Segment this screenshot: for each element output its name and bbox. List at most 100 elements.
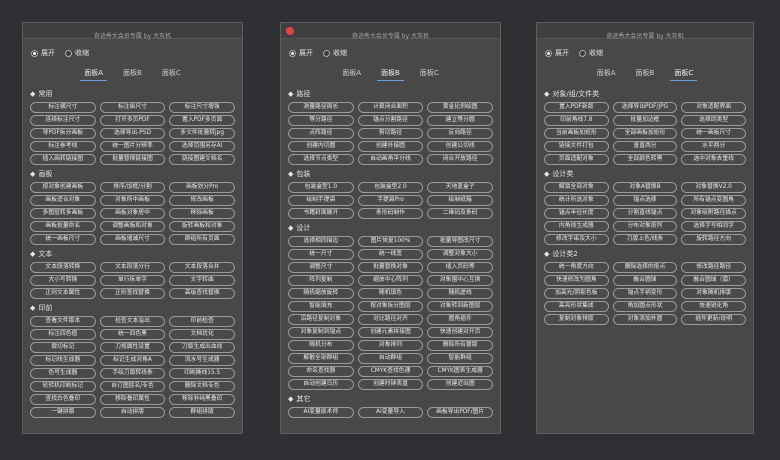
action-button[interactable]: 建立等分圆 bbox=[427, 115, 493, 126]
collapse-radio[interactable]: 收缩 bbox=[323, 48, 347, 58]
action-button[interactable]: 选择节点类型 bbox=[288, 154, 354, 165]
expand-radio[interactable]: 展开 bbox=[545, 48, 569, 58]
action-button[interactable]: 检查文本溢出 bbox=[99, 316, 166, 327]
action-button[interactable]: 大小写转换 bbox=[30, 275, 96, 286]
action-button[interactable]: 当前画板加矩形 bbox=[544, 128, 609, 139]
action-button[interactable]: 绘制手提袋 bbox=[288, 195, 354, 206]
action-button[interactable]: 移除非纯黑叠印 bbox=[169, 394, 235, 405]
action-button[interactable]: 正则查找替换 bbox=[99, 288, 166, 299]
expand-radio[interactable]: 展开 bbox=[31, 48, 55, 58]
action-button[interactable]: 自动创建日历 bbox=[288, 379, 354, 390]
action-button[interactable]: 高级查找替换 bbox=[169, 288, 235, 299]
action-button[interactable]: 标注参考线 bbox=[30, 141, 96, 152]
action-button[interactable]: 锚点手柄变形 bbox=[612, 288, 678, 299]
action-button[interactable]: 标记线生成器 bbox=[30, 355, 96, 366]
action-button[interactable]: 随机分布 bbox=[288, 340, 354, 351]
action-button[interactable]: 智能群组 bbox=[427, 353, 493, 364]
tab-panel-c[interactable]: 面板C bbox=[158, 67, 185, 81]
action-button[interactable]: 圆角插件 bbox=[427, 314, 493, 325]
action-button[interactable]: 文本段落分行 bbox=[99, 262, 166, 273]
action-button[interactable]: 对象围中心互换 bbox=[427, 275, 493, 286]
action-button[interactable]: 沿路径复制对象 bbox=[288, 314, 354, 325]
action-button[interactable]: 对象A替换B bbox=[612, 182, 678, 193]
action-button[interactable]: 链接图建文档名 bbox=[169, 154, 235, 165]
action-button[interactable]: 自动群组 bbox=[357, 353, 424, 364]
action-button[interactable]: AI变量导入 bbox=[357, 407, 424, 418]
action-button[interactable]: 锚点半径长度 bbox=[544, 208, 609, 219]
action-button[interactable]: 解锁全部对象 bbox=[544, 182, 609, 193]
collapse-radio[interactable]: 收缩 bbox=[65, 48, 89, 58]
action-button[interactable]: 文本段落合并 bbox=[169, 262, 235, 273]
action-button[interactable]: 群组所有页面 bbox=[169, 234, 235, 245]
action-button[interactable]: 高亮形状集成 bbox=[544, 301, 609, 312]
action-button[interactable]: 标注四色值 bbox=[30, 329, 96, 340]
action-button[interactable]: 融合圆球（弧） bbox=[681, 275, 746, 286]
action-button[interactable]: 统一图片分辨率 bbox=[99, 141, 166, 152]
action-button[interactable]: 流水号生成器 bbox=[169, 355, 235, 366]
action-button[interactable]: 选择同类型 bbox=[681, 115, 746, 126]
action-button[interactable]: 黄金比例绘图 bbox=[427, 102, 493, 113]
action-button[interactable]: 对象吸附路径描点 bbox=[681, 208, 746, 219]
tab-panel-c[interactable]: 面板C bbox=[670, 67, 698, 81]
action-button[interactable]: 创建近似图 bbox=[427, 379, 493, 390]
action-button[interactable]: 对象随机排版 bbox=[681, 288, 746, 299]
action-button[interactable]: 闭合开放路径 bbox=[427, 154, 493, 165]
action-button[interactable]: 调整尺寸 bbox=[288, 262, 354, 273]
action-button[interactable]: 文档优化 bbox=[169, 329, 235, 340]
action-button[interactable]: 对象转到新图层 bbox=[427, 301, 493, 312]
action-button[interactable]: 计算闭合面积 bbox=[357, 102, 424, 113]
action-button[interactable]: 锚点分割路径 bbox=[357, 115, 424, 126]
action-button[interactable]: 随机填色 bbox=[357, 288, 424, 299]
action-button[interactable]: 移除叠印属性 bbox=[99, 394, 166, 405]
action-button[interactable]: 对象所中画板 bbox=[99, 195, 166, 206]
action-button[interactable]: 手提袋Pro bbox=[357, 195, 424, 206]
action-button[interactable]: 全部画板加矩形 bbox=[612, 128, 678, 139]
action-button[interactable]: 修改字串及大小 bbox=[544, 234, 609, 245]
action-button[interactable]: 色号生成器 bbox=[30, 368, 96, 379]
action-button[interactable]: 天地盖盒子 bbox=[427, 182, 493, 193]
action-button[interactable]: 按对象创建画板 bbox=[30, 182, 96, 193]
action-button[interactable]: 对比路径对齐 bbox=[357, 314, 424, 325]
action-button[interactable]: 反向路径 bbox=[427, 128, 493, 139]
action-button[interactable]: 删除所有蒙版 bbox=[427, 340, 493, 351]
action-button[interactable]: 二维码及条码 bbox=[427, 208, 493, 219]
action-button[interactable]: 自动画角平分线 bbox=[357, 154, 424, 165]
action-button[interactable]: 画板批量命名 bbox=[30, 221, 96, 232]
action-button[interactable]: CMYK图表生成器 bbox=[427, 366, 493, 377]
action-button[interactable]: 标注横尺寸 bbox=[30, 102, 96, 113]
action-button[interactable]: 调整对象大小 bbox=[427, 249, 493, 260]
action-button[interactable]: AI变量原术师 bbox=[288, 407, 354, 418]
action-button[interactable]: 多文件批量转jpg bbox=[169, 128, 235, 139]
action-button[interactable]: 条形码制作 bbox=[357, 208, 424, 219]
action-button[interactable]: 选择字号相同字 bbox=[681, 221, 746, 232]
action-button[interactable]: 导PDF拆分画板 bbox=[30, 128, 96, 139]
action-button[interactable]: 画板导出PDF/图片 bbox=[427, 407, 493, 418]
action-button[interactable]: 置入PDF新版 bbox=[544, 102, 609, 113]
action-button[interactable]: 批量导图改尺寸 bbox=[427, 236, 493, 247]
action-button[interactable]: 分布对象按列 bbox=[612, 221, 678, 232]
tab-panel-a[interactable]: 面板A bbox=[338, 67, 365, 81]
action-button[interactable]: 加高光/阴影色板 bbox=[544, 288, 609, 299]
action-button[interactable]: 选择导出-PSD bbox=[99, 128, 166, 139]
action-button[interactable]: 包装盒型1.0 bbox=[288, 182, 354, 193]
action-button[interactable]: 快速锐化角 bbox=[681, 301, 746, 312]
action-button[interactable]: 快速修改为圆角 bbox=[544, 275, 609, 286]
action-button[interactable]: 一键拼版 bbox=[30, 407, 96, 418]
action-button[interactable]: 图片恢复100% bbox=[357, 236, 424, 247]
action-button[interactable]: 点阵路径 bbox=[288, 128, 354, 139]
action-button[interactable]: 标注尺寸增强 bbox=[169, 102, 235, 113]
action-button[interactable]: 锚点选择 bbox=[612, 195, 678, 206]
action-button[interactable]: 快速创建对开页 bbox=[427, 327, 493, 338]
action-button[interactable]: 标注纵尺寸 bbox=[99, 102, 166, 113]
action-button[interactable]: 画板对象居中 bbox=[99, 208, 166, 219]
action-button[interactable]: 插入页码等 bbox=[427, 262, 493, 273]
action-button[interactable]: 多图层转多画板 bbox=[30, 208, 96, 219]
action-button[interactable]: 融合圆球 bbox=[612, 275, 678, 286]
action-button[interactable]: 等分路径 bbox=[288, 115, 354, 126]
action-button[interactable]: 裁切标记 bbox=[30, 342, 96, 353]
action-button[interactable]: 查找白色叠印 bbox=[30, 394, 96, 405]
action-button[interactable]: 所有锚点变圆角 bbox=[681, 195, 746, 206]
action-button[interactable]: 随机缩放旋转 bbox=[288, 288, 354, 299]
close-button[interactable] bbox=[286, 27, 294, 35]
action-button[interactable]: 统一画板尺寸 bbox=[30, 234, 96, 245]
